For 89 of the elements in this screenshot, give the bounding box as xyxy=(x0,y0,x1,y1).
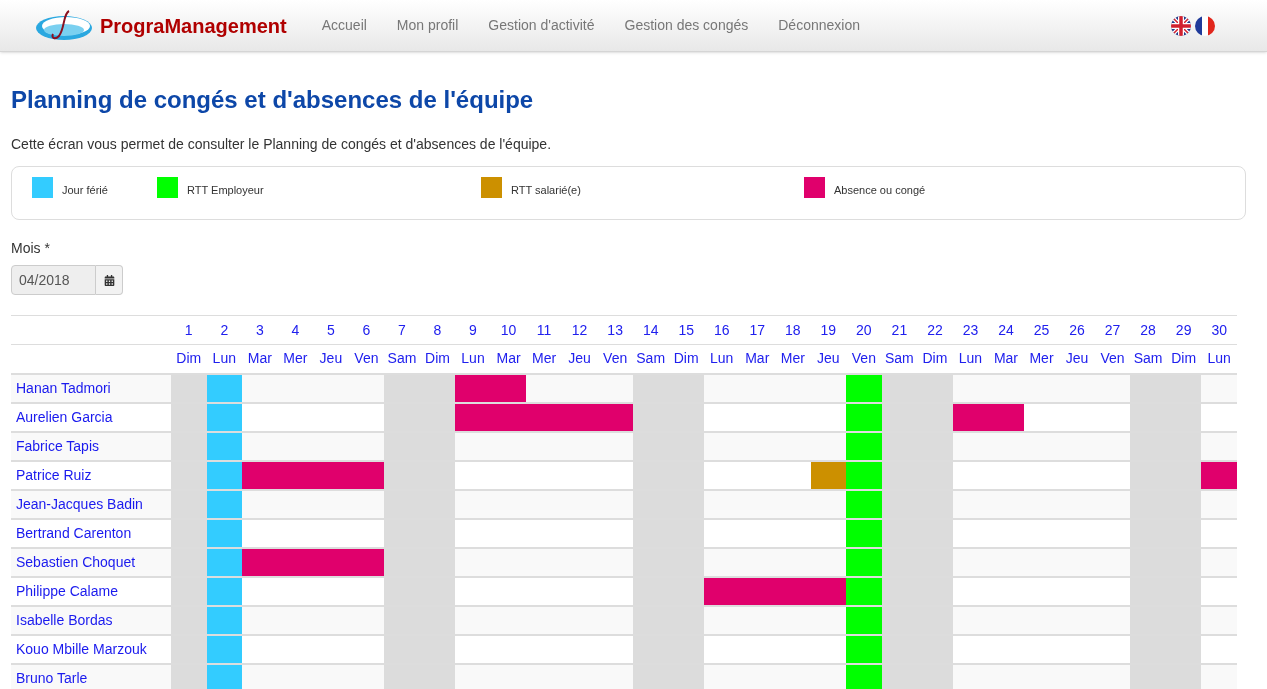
employee-name[interactable]: Philippe Calame xyxy=(16,582,118,599)
weekday-label: Sam xyxy=(1133,350,1163,367)
weekday-label: Ven xyxy=(1100,350,1125,367)
day-number: 1 xyxy=(184,321,193,338)
employee-name[interactable]: Isabelle Bordas xyxy=(16,611,113,628)
french-flag-icon[interactable] xyxy=(1195,15,1215,36)
weekday-label: Lun xyxy=(958,350,983,367)
weekday-label: Sam xyxy=(387,350,417,367)
legend-label: RTT Employeur xyxy=(187,183,264,198)
weekday-label: Dim xyxy=(1171,350,1197,367)
day-number: 15 xyxy=(678,321,694,338)
employee-name[interactable]: Aurelien Garcia xyxy=(16,408,113,425)
employee-name[interactable]: Patrice Ruiz xyxy=(16,466,92,483)
weekday-label: Dim xyxy=(176,350,202,367)
day-number: 27 xyxy=(1104,321,1121,338)
day-number: 13 xyxy=(607,321,623,338)
legend-label: Absence ou congé xyxy=(834,183,926,198)
employee-name[interactable]: Hanan Tadmori xyxy=(16,379,111,396)
month-label: Mois * xyxy=(11,239,51,258)
calendar-button[interactable] xyxy=(96,265,123,295)
weekday-label: Ven xyxy=(851,350,876,367)
employee-name[interactable]: Fabrice Tapis xyxy=(16,437,99,454)
day-number: 11 xyxy=(536,321,552,338)
day-number: 16 xyxy=(713,321,730,338)
calendar-icon xyxy=(103,274,115,286)
day-number: 25 xyxy=(1033,321,1050,338)
day-number: 26 xyxy=(1069,321,1085,338)
day-number: 7 xyxy=(398,321,406,338)
weekday-label: Mar xyxy=(745,350,770,367)
month-field[interactable]: 04/2018 xyxy=(11,265,96,295)
day-number: 28 xyxy=(1140,321,1156,338)
day-number: 2 xyxy=(220,321,229,338)
nav-link[interactable]: Mon profil xyxy=(381,15,474,36)
employee-name[interactable]: Bertrand Carenton xyxy=(16,524,132,541)
uk-flag-icon[interactable] xyxy=(1171,15,1191,36)
day-number: 17 xyxy=(749,321,766,338)
day-number: 10 xyxy=(500,321,517,338)
employee-name[interactable]: Sebastien Choquet xyxy=(16,553,136,570)
day-number: 4 xyxy=(291,321,300,338)
day-number: 24 xyxy=(998,321,1014,338)
weekday-label: Mar xyxy=(247,350,272,367)
nav-link[interactable]: Gestion des congés xyxy=(609,15,764,36)
nav-link[interactable]: Accueil xyxy=(306,15,382,36)
weekday-label: Ven xyxy=(603,350,628,367)
weekday-label: Mer xyxy=(1029,350,1054,367)
weekday-label: Jeu xyxy=(1065,350,1089,367)
day-number: 30 xyxy=(1211,321,1227,338)
employee-name[interactable]: Kouo Mbille Marzouk xyxy=(16,640,147,657)
day-number: 20 xyxy=(856,321,872,338)
weekday-label: Lun xyxy=(212,350,236,367)
page-title: Planning de congés et d'absences de l'équipe xyxy=(11,85,535,115)
day-number: 21 xyxy=(891,321,908,338)
weekday-label: Mar xyxy=(496,350,521,367)
day-number: 23 xyxy=(962,321,979,338)
weekday-label: Lun xyxy=(710,350,734,367)
day-number: 3 xyxy=(255,321,264,338)
weekday-label: Mer xyxy=(780,350,805,367)
weekday-label: Dim xyxy=(673,350,699,367)
brand-name[interactable]: PrograManagement xyxy=(100,10,287,41)
weekday-label: Jeu xyxy=(319,350,343,367)
day-number: 18 xyxy=(785,321,801,338)
intro-text: Cette écran vous permet de consulter le Planning de congés et d'absences de l'équipe. xyxy=(11,135,553,154)
day-number: 8 xyxy=(433,321,442,338)
nav-link[interactable]: Gestion d'activité xyxy=(473,15,610,36)
weekday-label: Mer xyxy=(283,350,308,367)
weekday-label: Ven xyxy=(354,350,379,367)
legend-label: Jour férié xyxy=(62,183,108,198)
weekday-label: Dim xyxy=(922,350,948,367)
employee-name[interactable]: Jean-Jacques Badin xyxy=(16,495,143,512)
day-number: 12 xyxy=(571,321,588,338)
day-number: 22 xyxy=(927,321,943,338)
weekday-label: Sam xyxy=(885,350,914,367)
weekday-label: Lun xyxy=(461,350,485,367)
weekday-label: Lun xyxy=(1207,350,1231,367)
weekday-label: Dim xyxy=(425,350,450,367)
nav-link[interactable]: Déconnexion xyxy=(763,15,875,36)
weekday-label: Mar xyxy=(993,350,1019,367)
legend-label: RTT salarié(e) xyxy=(511,183,581,198)
day-number: 19 xyxy=(820,321,837,338)
weekday-label: Jeu xyxy=(568,350,591,367)
weekday-label: Mer xyxy=(532,350,557,367)
day-number: 29 xyxy=(1175,321,1192,338)
weekday-label: Jeu xyxy=(817,350,840,367)
day-number: 9 xyxy=(469,321,477,338)
weekday-label: Sam xyxy=(636,350,666,367)
employee-name[interactable]: Bruno Tarle xyxy=(16,670,88,686)
day-number: 14 xyxy=(642,321,659,338)
day-number: 5 xyxy=(327,321,335,338)
day-number: 6 xyxy=(362,321,371,338)
